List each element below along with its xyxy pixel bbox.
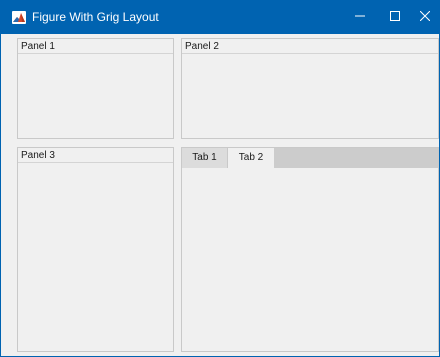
minimize-icon xyxy=(355,8,365,26)
close-button[interactable] xyxy=(405,0,440,34)
tab-strip: Tab 1 Tab 2 xyxy=(182,148,438,169)
panel-1: Panel 1 xyxy=(17,38,174,139)
window-title: Figure With Grig Layout xyxy=(32,10,159,24)
title-bar[interactable]: Figure With Grig Layout xyxy=(1,0,440,34)
minimize-button[interactable] xyxy=(340,0,380,34)
panel-2-title: Panel 2 xyxy=(182,39,438,54)
tab-1[interactable]: Tab 1 xyxy=(182,148,228,168)
figure-window: Figure With Grig Layout Panel 1 Panel 2 … xyxy=(0,0,440,357)
maximize-icon xyxy=(390,8,400,26)
matlab-logo-icon xyxy=(12,11,26,24)
panel-3-title: Panel 3 xyxy=(18,148,173,163)
tab-2[interactable]: Tab 2 xyxy=(228,148,274,169)
panel-1-title: Panel 1 xyxy=(18,39,173,54)
close-icon xyxy=(419,8,431,26)
tab-group: Tab 1 Tab 2 xyxy=(181,147,439,352)
panel-2: Panel 2 xyxy=(181,38,439,139)
panel-3: Panel 3 xyxy=(17,147,174,352)
